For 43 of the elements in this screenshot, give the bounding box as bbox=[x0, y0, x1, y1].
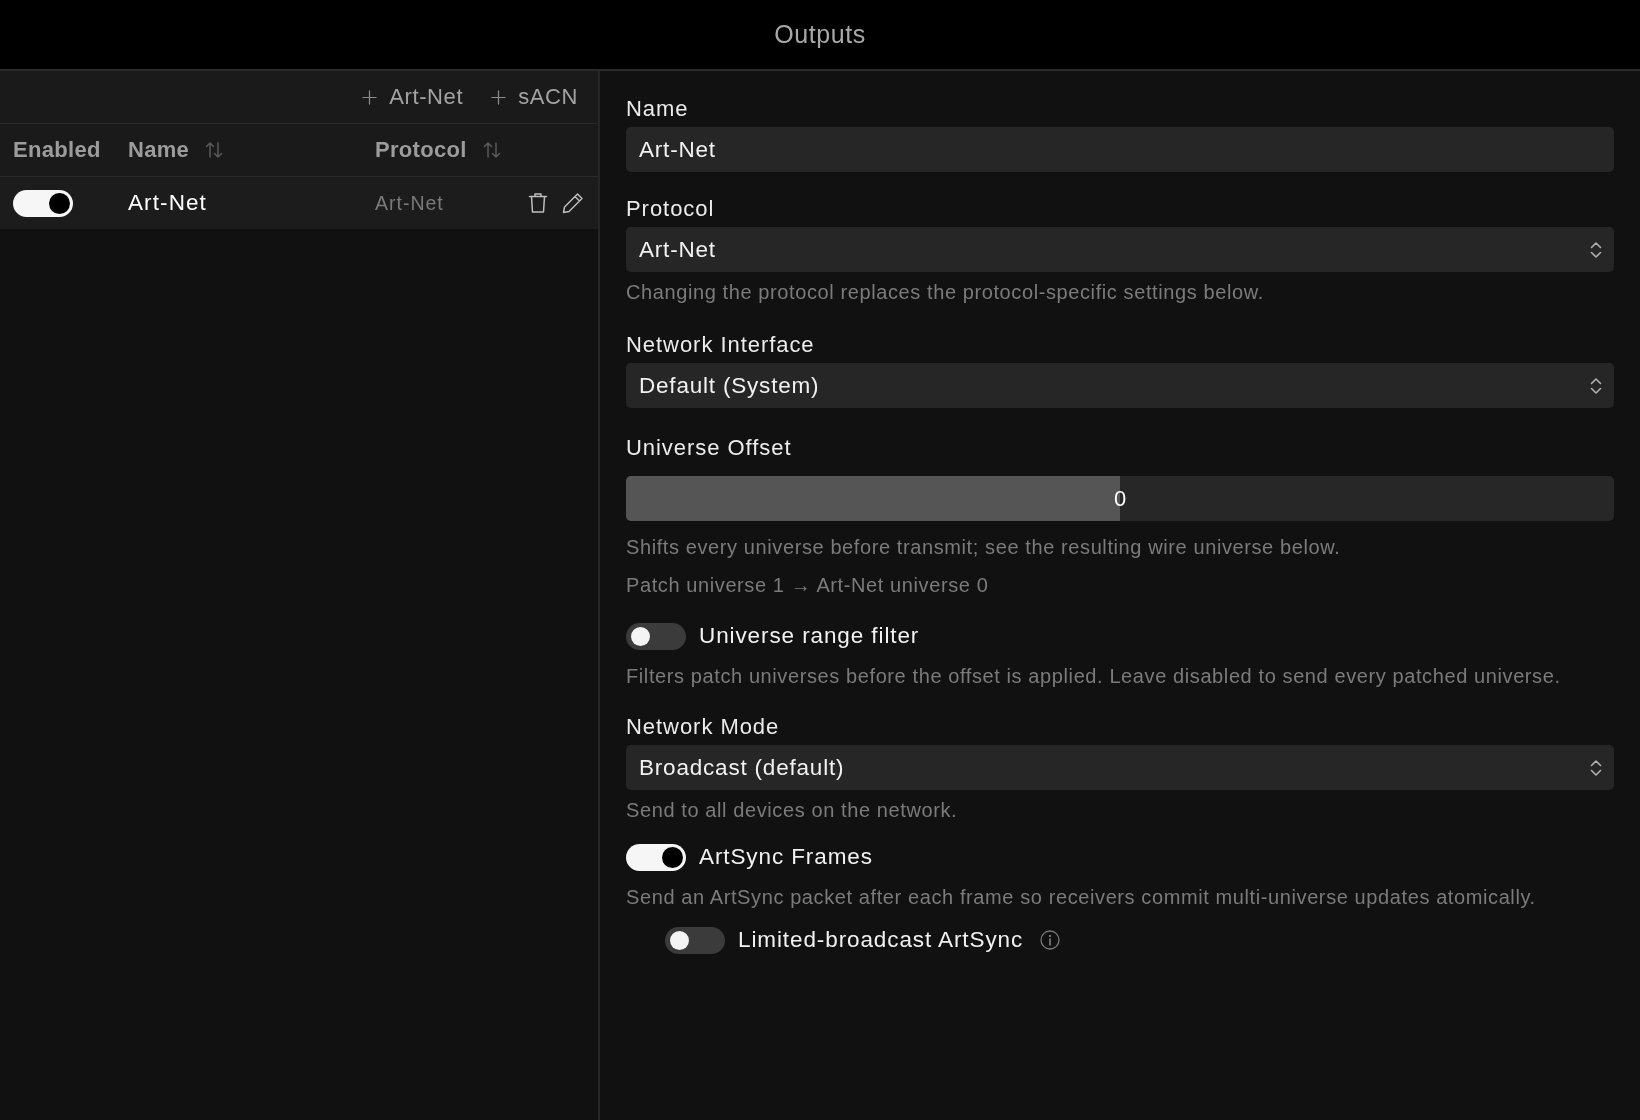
sort-icon[interactable] bbox=[205, 141, 224, 159]
toggle-label: Limited-broadcast ArtSync bbox=[738, 927, 1024, 953]
trash-icon[interactable] bbox=[528, 192, 548, 214]
toggle-switch[interactable] bbox=[665, 926, 725, 954]
help-text: Send to all devices on the network. bbox=[626, 798, 959, 823]
help-text: Changing the protocol replaces the protocol-specific settings below. bbox=[626, 280, 1265, 305]
chevron-icon bbox=[1590, 376, 1602, 395]
pencil-icon[interactable] bbox=[562, 192, 584, 214]
table-row[interactable]: Art-Net Art-Net bbox=[0, 177, 598, 229]
text-input[interactable]: Art-Net bbox=[626, 127, 1614, 172]
add-button[interactable]: sACN bbox=[491, 84, 578, 110]
toggle-switch[interactable] bbox=[13, 189, 73, 217]
slider-value: 0 bbox=[1113, 485, 1127, 512]
info-icon[interactable] bbox=[1040, 930, 1061, 950]
dropdown[interactable]: Default (System) bbox=[626, 363, 1614, 408]
field-label: Network Interface bbox=[626, 333, 816, 357]
field-label: Protocol bbox=[626, 197, 716, 221]
dropdown[interactable]: Art-Net bbox=[626, 227, 1614, 272]
column-header[interactable]: Name bbox=[128, 137, 190, 163]
chevron-icon bbox=[1590, 240, 1602, 259]
plus-icon bbox=[362, 89, 378, 105]
field-label: Name bbox=[626, 97, 690, 121]
column-header[interactable]: Protocol bbox=[375, 137, 467, 163]
mapping-note: Patch universe 1 → Art-Net universe 0 bbox=[626, 573, 990, 598]
plus-icon bbox=[491, 89, 507, 105]
toggle-label: ArtSync Frames bbox=[699, 844, 873, 870]
window-title: Outputs bbox=[774, 20, 866, 49]
toggle-label: Universe range filter bbox=[699, 623, 920, 649]
protocol-text: Art-Net bbox=[375, 191, 444, 215]
toggle-switch[interactable] bbox=[626, 622, 686, 650]
sort-icon[interactable] bbox=[482, 141, 501, 159]
add-button[interactable]: Art-Net bbox=[362, 84, 464, 110]
field-label: Universe Offset bbox=[626, 436, 793, 460]
help-text: Send an ArtSync packet after each frame so receivers commit multi-universe updates atomically. bbox=[626, 885, 1537, 910]
output-name: Art-Net bbox=[128, 190, 207, 216]
dropdown[interactable]: Broadcast (default) bbox=[626, 745, 1614, 790]
toggle-switch[interactable] bbox=[626, 843, 686, 871]
slider-track[interactable]: 0 bbox=[626, 476, 1614, 521]
field-label: Network Mode bbox=[626, 715, 781, 739]
help-text: Shifts every universe before transmit; see the resulting wire universe below. bbox=[626, 535, 1342, 560]
column-header[interactable]: Enabled bbox=[13, 137, 101, 163]
chevron-icon bbox=[1590, 758, 1602, 777]
help-text: Filters patch universes before the offset is applied. Leave disabled to send every patched universe. bbox=[626, 664, 1562, 689]
